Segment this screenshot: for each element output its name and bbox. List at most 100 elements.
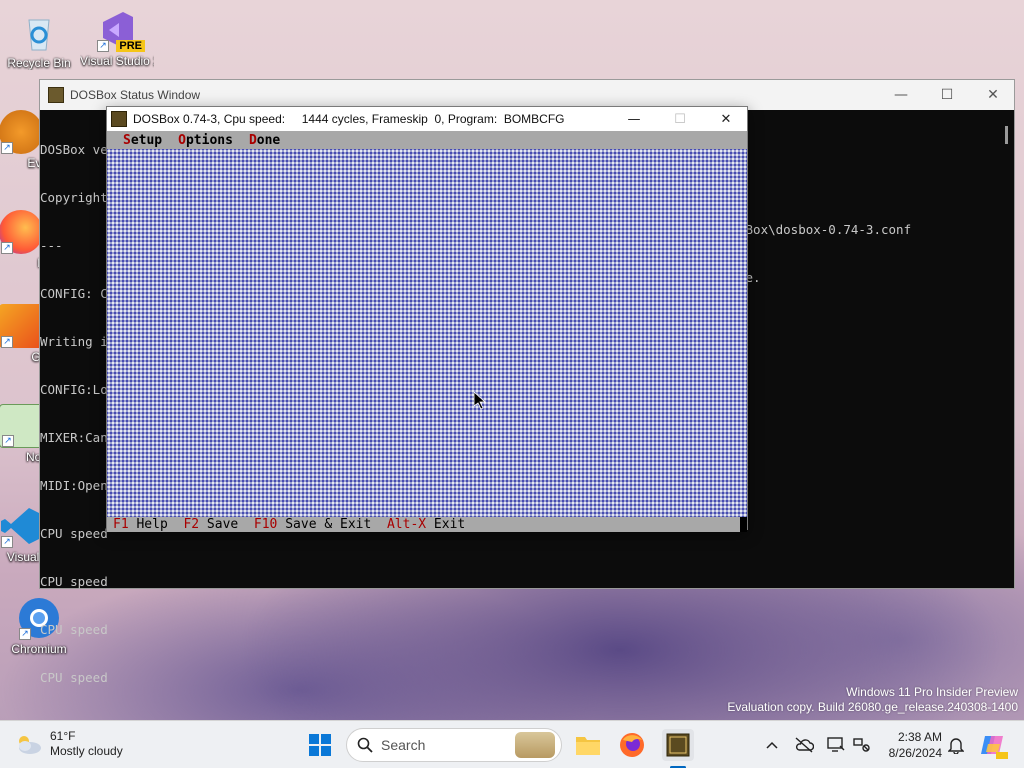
minimize-button[interactable]: — (878, 80, 924, 110)
dos-function-key-bar: F1 Help F2 Save F10 Save & Exit Alt-X Ex… (107, 517, 747, 532)
search-icon (357, 737, 373, 753)
status-window-title: DOSBox Status Window (70, 88, 201, 102)
close-button[interactable]: ✕ (970, 80, 1016, 110)
menu-hotkey: S (123, 132, 131, 148)
firefox-icon: ↗ (0, 210, 43, 254)
taskbar-clock[interactable]: 2:38 AM 8/26/2024 (880, 729, 942, 761)
tray-network[interactable] (846, 729, 878, 761)
tray-cloud-offline[interactable] (788, 729, 820, 761)
shortcut-arrow-icon: ↗ (1, 336, 13, 348)
windows-logo-icon (309, 734, 331, 756)
minimize-button[interactable]: — (611, 107, 657, 131)
fkey-save-label: Save (199, 517, 239, 532)
clock-date: 8/26/2024 (888, 746, 942, 760)
chevron-up-icon (766, 741, 778, 749)
copilot-pre-badge (996, 752, 1008, 759)
scrollbar-thumb[interactable] (1005, 126, 1008, 144)
desktop-icon-label: Recycle Bin (7, 56, 71, 70)
desktop-icon-visual-studio[interactable]: PRE ↗ Visual Studio 2022 P... (80, 8, 154, 68)
shortcut-arrow-icon: ↗ (1, 536, 13, 548)
menu-label: ptions (185, 132, 233, 148)
maximize-button[interactable]: ☐ (924, 80, 970, 110)
git-bash-icon: ↗ (0, 304, 43, 348)
console-line: de. (738, 270, 761, 285)
weather-description: Mostly cloudy (50, 744, 123, 758)
cloudy-weather-icon (14, 732, 42, 756)
recycle-bin-icon (17, 10, 61, 54)
weather-temperature: 61°F (50, 729, 76, 743)
close-button[interactable]: ✕ (703, 107, 749, 131)
dosbox-titlebar[interactable]: DOSBox 0.74-3, Cpu speed: 1444 cycles, F… (107, 107, 747, 131)
menu-setup[interactable]: Setup (123, 133, 162, 148)
dosbox-icon (111, 111, 127, 127)
fkey-help-label: Help (128, 517, 168, 532)
console-line: MIXER:Can (40, 430, 108, 445)
fkey-save-exit-key[interactable]: F10 (254, 517, 277, 532)
taskbar-file-explorer[interactable] (572, 729, 604, 761)
shortcut-arrow-icon: ↗ (19, 628, 31, 640)
watermark-line: Evaluation copy. Build 26080.ge_release.… (727, 700, 1018, 714)
console-output: DOSBox ve Copyright --- CONFIG: C Writin… (40, 110, 108, 718)
dos-menubar: Setup Options Done (107, 131, 747, 149)
desktop-icon-recycle-bin[interactable]: Recycle Bin (2, 10, 76, 70)
dosbox-title: DOSBox 0.74-3, Cpu speed: 1444 cycles, F… (133, 112, 565, 126)
menu-done[interactable]: Done (249, 133, 280, 148)
fkey-exit-label: Exit (426, 517, 466, 532)
tray-copilot[interactable] (976, 729, 1008, 761)
windows-watermark: Windows 11 Pro Insider Preview Evaluatio… (727, 685, 1018, 715)
taskbar-dosbox[interactable] (662, 729, 694, 761)
desktop-icon-label: Visual Studio 2022 P... (80, 54, 154, 68)
menu-hotkey: D (248, 132, 257, 148)
network-icon (853, 738, 870, 752)
folder-icon (576, 737, 600, 755)
console-line: DOSBox ve (40, 142, 108, 157)
firefox-icon (620, 733, 644, 757)
taskbar: 61°F Mostly cloudy Search 2:38 AM 8/26/2… (0, 720, 1024, 768)
menu-label: one (256, 132, 281, 148)
watermark-line: Windows 11 Pro Insider Preview (846, 685, 1018, 699)
console-line: CPU speed (40, 526, 108, 541)
console-line: CPU speed (40, 574, 108, 589)
fkey-save-exit-label: Save & Exit (277, 517, 372, 532)
dos-background-pattern (107, 149, 747, 517)
shortcut-arrow-icon: ↗ (97, 40, 109, 52)
dosbox-window[interactable]: DOSBox 0.74-3, Cpu speed: 1444 cycles, F… (106, 106, 748, 532)
tray-overflow-chevron[interactable] (756, 729, 788, 761)
taskbar-firefox[interactable] (616, 729, 648, 761)
search-highlight-cat-icon (515, 732, 555, 758)
menu-hotkey: O (178, 132, 186, 148)
tray-notifications[interactable] (940, 729, 972, 761)
fkey-save-key[interactable]: F2 (183, 517, 199, 532)
dosbox-app-icon (48, 87, 64, 103)
console-output-right: SBox\dosbox-0.74-3.conf de. (738, 190, 911, 318)
dos-screen[interactable]: Setup Options Done F1 Help F2 Save F10 S… (107, 131, 747, 532)
menu-options[interactable]: Options (178, 133, 233, 148)
menu-label: etup (130, 132, 163, 148)
taskbar-search-box[interactable]: Search (346, 728, 562, 762)
visual-studio-icon: PRE ↗ (95, 8, 145, 52)
shortcut-arrow-icon: ↗ (1, 242, 13, 254)
console-line: CPU speed (40, 622, 108, 637)
fkey-exit-key[interactable]: Alt-X (387, 517, 426, 532)
clock-time: 2:38 AM (897, 730, 942, 744)
weather-widget[interactable]: 61°F Mostly cloudy (14, 729, 123, 759)
everything-icon: ↗ (0, 110, 43, 154)
fkey-help-key[interactable]: F1 (113, 517, 129, 532)
text-cursor-block (740, 517, 747, 532)
display-icon (827, 737, 845, 752)
shortcut-arrow-icon: ↗ (2, 435, 14, 447)
console-line: CONFIG:Lo (40, 382, 108, 397)
console-line: CPU speed (40, 670, 108, 685)
search-placeholder: Search (381, 737, 426, 753)
console-line: Writing i (40, 334, 108, 349)
cloud-offline-icon (795, 737, 814, 753)
vscode-icon: ↗ (0, 504, 43, 548)
console-line: SBox\dosbox-0.74-3.conf (738, 222, 912, 237)
console-line: CONFIG: C (40, 286, 108, 301)
start-button[interactable] (304, 729, 336, 761)
pre-badge: PRE (116, 40, 145, 52)
notepad-icon: ↗ (0, 404, 43, 448)
console-line: Copyright (40, 190, 108, 205)
maximize-button[interactable]: ☐ (657, 107, 703, 131)
console-line: MIDI:Open (40, 478, 108, 493)
